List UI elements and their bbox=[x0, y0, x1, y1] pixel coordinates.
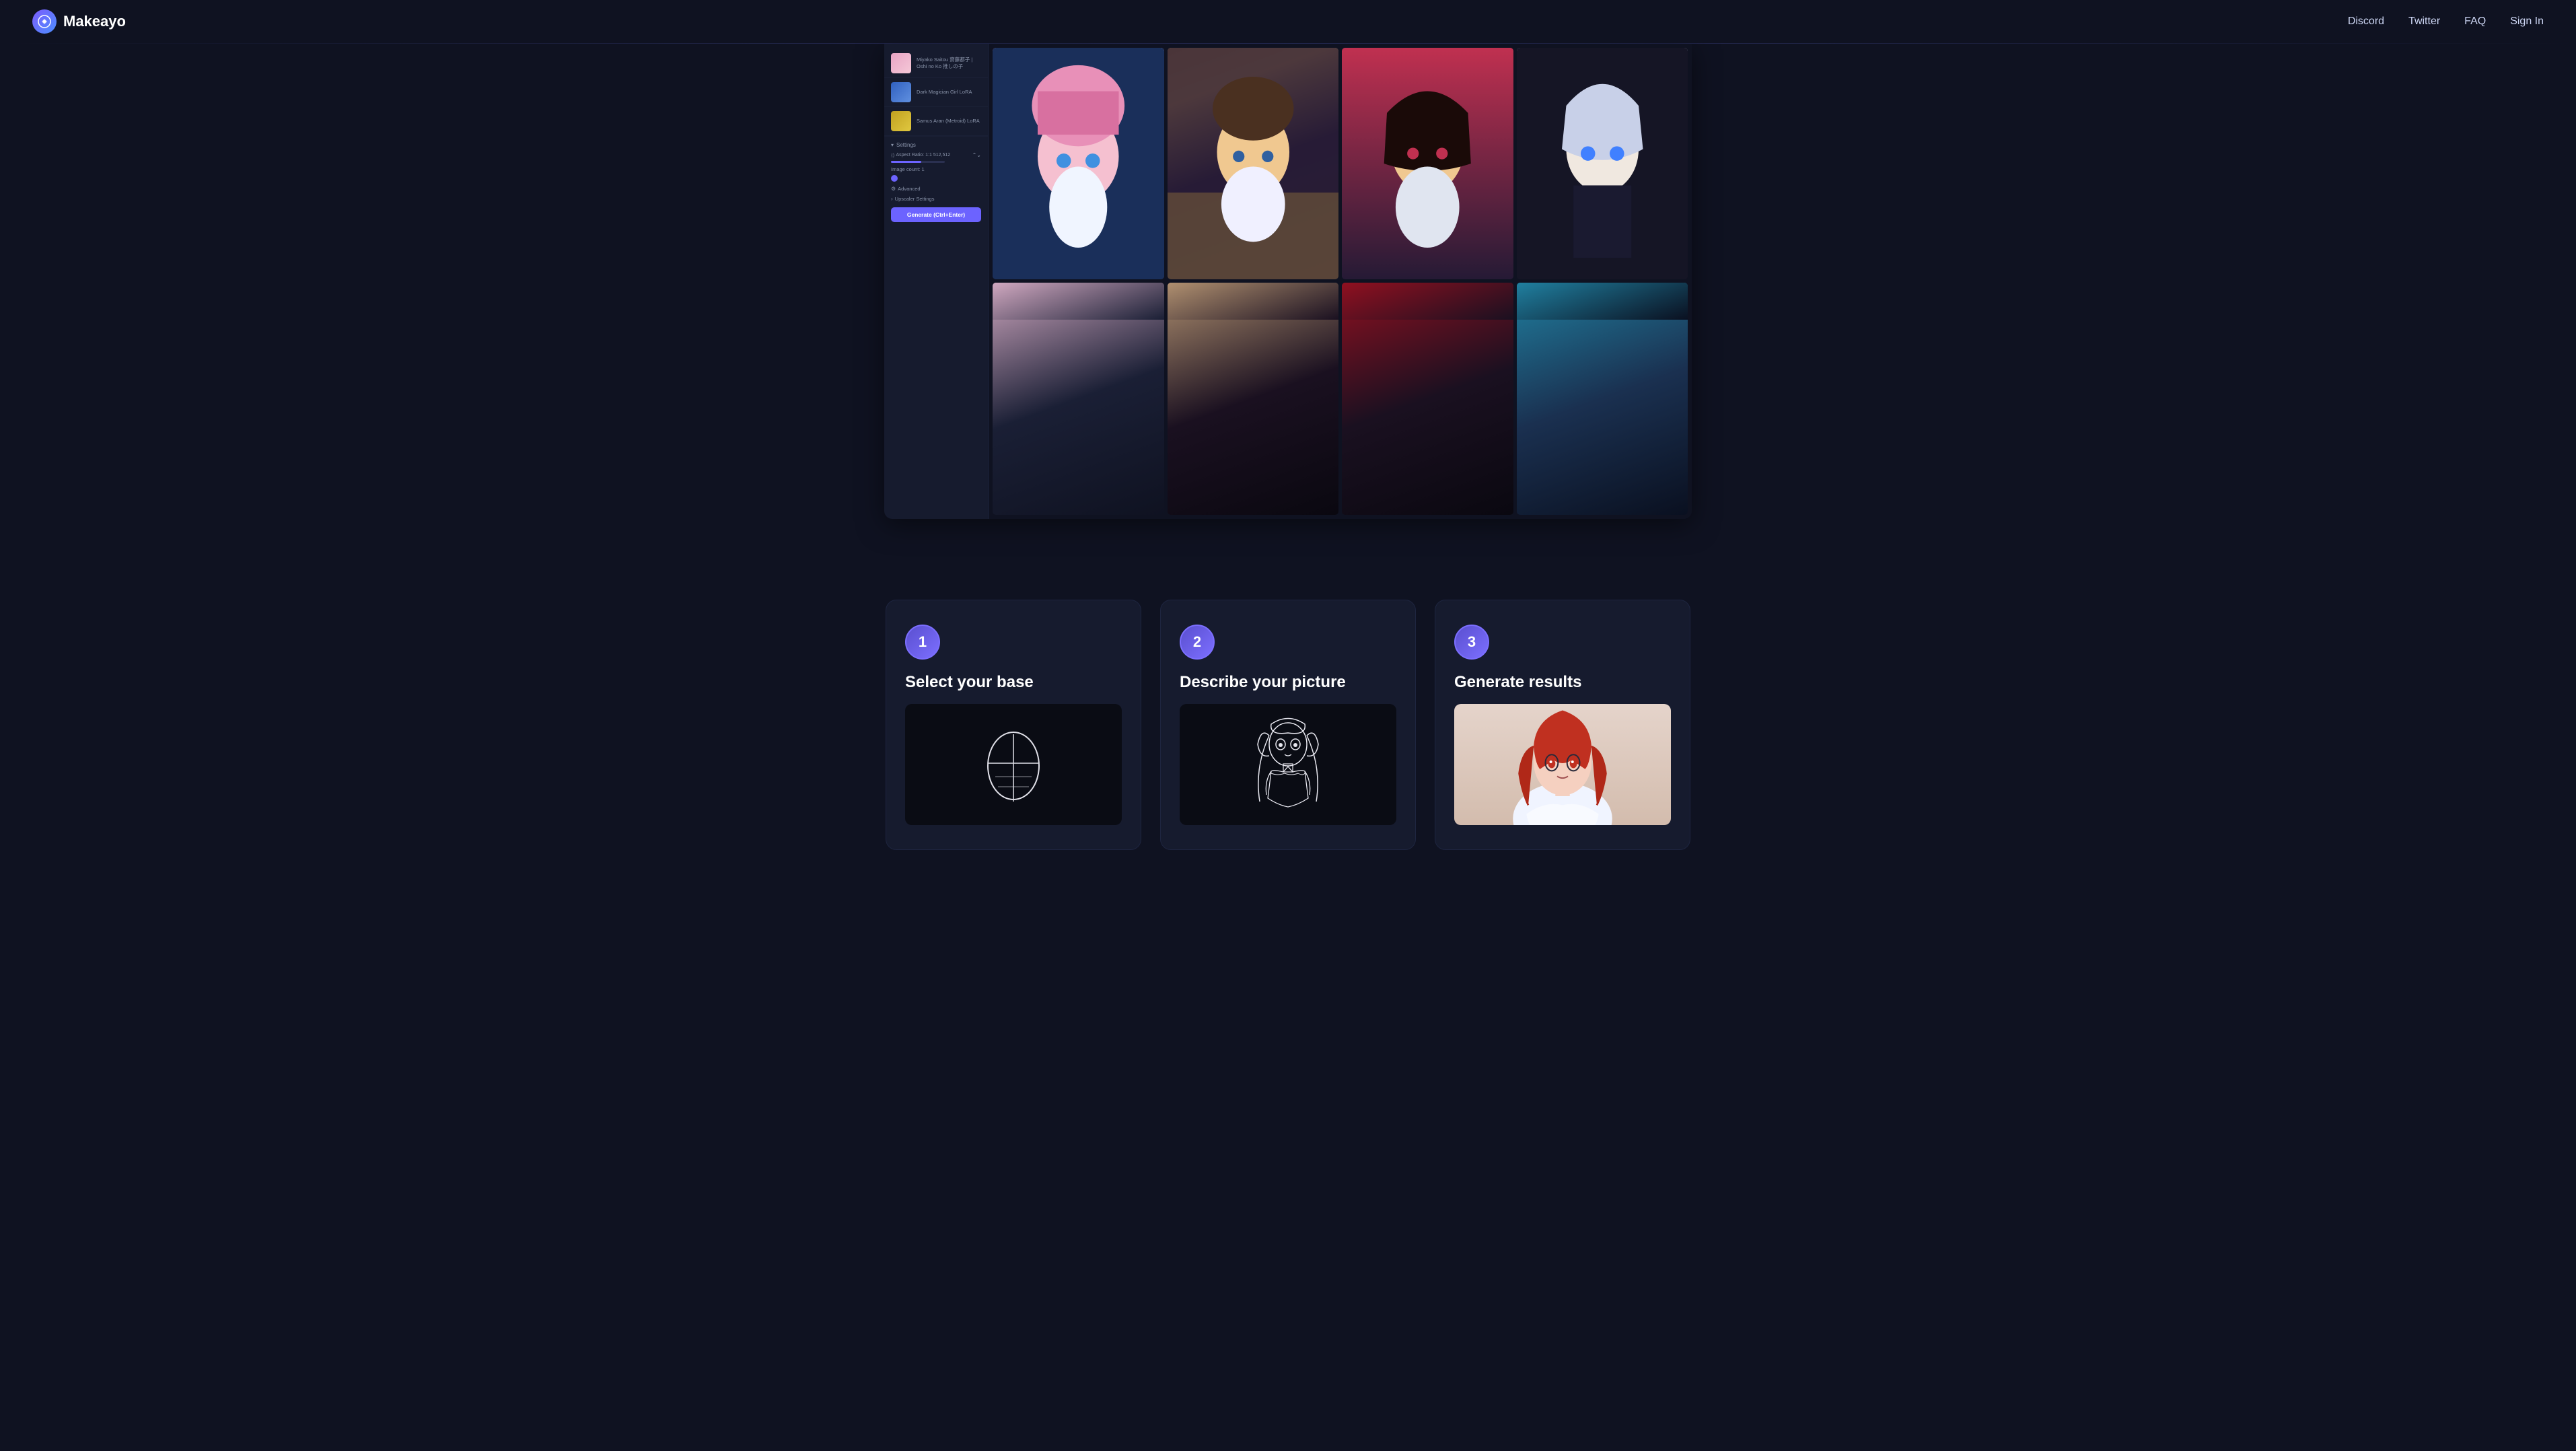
step-1-number: 1 bbox=[919, 633, 927, 651]
image-count-value: 1 bbox=[921, 166, 924, 172]
how-it-works-section: 1 Select your base bbox=[0, 559, 2576, 890]
magician-thumb bbox=[891, 82, 911, 102]
samus-label: Samus Aran (Metroid) LoRA bbox=[917, 118, 980, 125]
sidebar-item-samus[interactable]: Samus Aran (Metroid) LoRA bbox=[884, 107, 988, 136]
settings-label: Settings bbox=[896, 142, 916, 148]
brand: Makeayo bbox=[32, 9, 126, 34]
step-2-card: 2 Describe your picture bbox=[1160, 600, 1416, 850]
nav-twitter[interactable]: Twitter bbox=[2408, 15, 2440, 28]
aspect-ratio-label: Aspect Ratio: bbox=[896, 153, 924, 157]
sidebar-item-miyako[interactable]: Miyako Saitou 齋藤都子 | Oshi no Ko 推しの子 bbox=[884, 49, 988, 78]
aspect-ratio-row: ⟨⟩ Aspect Ratio: 1:1 512,512 ⌃⌄ bbox=[891, 152, 981, 158]
advanced-row[interactable]: ⚙ Advanced bbox=[891, 186, 981, 192]
step-2-title: Describe your picture bbox=[1180, 673, 1346, 692]
result-image-container bbox=[1454, 704, 1671, 825]
aspect-slider[interactable] bbox=[891, 161, 945, 163]
nav-links: Discord Twitter FAQ Sign In bbox=[2348, 15, 2544, 28]
step-3-title: Generate results bbox=[1454, 673, 1581, 692]
gallery-img-2[interactable] bbox=[1168, 48, 1339, 279]
navbar: Makeayo Discord Twitter FAQ Sign In bbox=[0, 0, 2576, 43]
magician-label: Dark Magician Girl LoRA bbox=[917, 89, 972, 96]
gallery-img-5[interactable] bbox=[993, 283, 1164, 514]
section-gap bbox=[0, 532, 2576, 559]
miyako-label: Miyako Saitou 齋藤都子 | Oshi no Ko 推しの子 bbox=[917, 57, 981, 70]
settings-header: ▾ Settings bbox=[891, 142, 981, 148]
samus-thumb bbox=[891, 111, 911, 131]
step-1-title: Select your base bbox=[905, 673, 1034, 692]
sidebar-panel: Miyako Saitou 齋藤都子 | Oshi no Ko 推しの子 Dar… bbox=[884, 44, 989, 519]
advanced-label: Advanced bbox=[898, 186, 920, 192]
chevron-right-icon: › bbox=[891, 196, 893, 202]
image-count-section: Image count: 1 bbox=[891, 166, 981, 172]
code-icon: ⟨⟩ bbox=[891, 153, 894, 158]
sidebar-item-magician[interactable]: Dark Magician Girl LoRA bbox=[884, 78, 988, 107]
settings-section: ▾ Settings ⟨⟩ Aspect Ratio: 1:1 512,512 … bbox=[884, 136, 988, 227]
gear-icon: ⚙ bbox=[891, 186, 896, 192]
aspect-slider-fill bbox=[891, 161, 921, 163]
lineart-container bbox=[1180, 704, 1396, 825]
nav-discord[interactable]: Discord bbox=[2348, 15, 2384, 28]
how-cards-container: 1 Select your base bbox=[884, 600, 1692, 850]
hero-section: Miyako Saitou 齋藤都子 | Oshi no Ko 推しの子 Dar… bbox=[0, 44, 2576, 532]
aspect-arrow[interactable]: ⌃⌄ bbox=[972, 152, 981, 158]
image-count-label: Image count: bbox=[891, 166, 920, 172]
step-3-badge: 3 bbox=[1454, 625, 1489, 660]
image-grid bbox=[989, 44, 1692, 519]
count-selector[interactable] bbox=[891, 175, 898, 182]
logo-icon bbox=[32, 9, 57, 34]
face-sketch-svg bbox=[976, 717, 1050, 812]
step-3-number: 3 bbox=[1468, 633, 1476, 651]
app-preview: Miyako Saitou 齋藤都子 | Oshi no Ko 推しの子 Dar… bbox=[884, 44, 1692, 519]
step-2-badge: 2 bbox=[1180, 625, 1215, 660]
step-2-number: 2 bbox=[1193, 633, 1201, 651]
gallery-img-3[interactable] bbox=[1342, 48, 1513, 279]
step-3-image bbox=[1454, 704, 1671, 825]
nav-signin[interactable]: Sign In bbox=[2510, 15, 2544, 28]
step-1-card: 1 Select your base bbox=[886, 600, 1141, 850]
aspect-ratio-value: 1:1 bbox=[925, 153, 932, 157]
gallery-img-8[interactable] bbox=[1517, 283, 1688, 514]
aspect-ratio-size: 512,512 bbox=[933, 153, 950, 157]
nav-faq[interactable]: FAQ bbox=[2464, 15, 2486, 28]
base-sketch-image bbox=[905, 704, 1122, 825]
step-1-badge: 1 bbox=[905, 625, 940, 660]
step-1-image bbox=[905, 704, 1122, 825]
gallery-img-7[interactable] bbox=[1342, 283, 1513, 514]
miyako-thumb bbox=[891, 53, 911, 73]
gallery-img-4[interactable] bbox=[1517, 48, 1688, 279]
brand-name: Makeayo bbox=[63, 13, 126, 30]
step-2-image bbox=[1180, 704, 1396, 825]
upscaler-row[interactable]: › Upscaler Settings bbox=[891, 196, 981, 202]
gallery-img-6[interactable] bbox=[1168, 283, 1339, 514]
gallery-img-1[interactable] bbox=[993, 48, 1164, 279]
generate-button[interactable]: Generate (Ctrl+Enter) bbox=[891, 207, 981, 222]
lineart-svg bbox=[1248, 707, 1328, 822]
upscaler-label: Upscaler Settings bbox=[895, 196, 935, 202]
result-svg bbox=[1454, 704, 1671, 825]
step-3-card: 3 Generate results bbox=[1435, 600, 1690, 850]
